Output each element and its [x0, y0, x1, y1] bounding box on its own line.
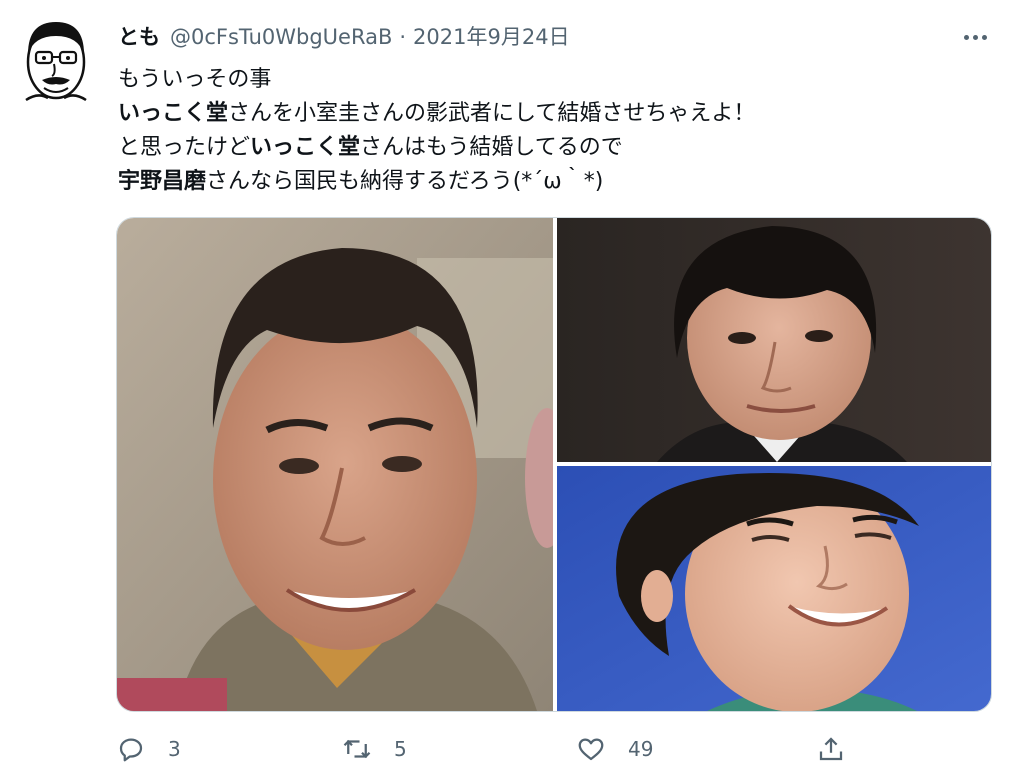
media-grid: [116, 217, 992, 712]
portrait-photo-1: [117, 218, 553, 711]
tweet: とも @0cFsTu0WbgUeRaB · 2021年9月24日 もういっその事…: [0, 0, 1024, 780]
text-segment: と思ったけど: [118, 135, 251, 160]
reply-count: 3: [168, 737, 181, 761]
text-segment: さんを小室圭さんの影武者にして結婚させちゃえよ！: [228, 101, 756, 126]
dot: [963, 34, 969, 40]
tweet-actions: 3 5 49: [116, 730, 876, 768]
tweet-text-line: もういっその事: [118, 63, 755, 97]
author-avatar[interactable]: [18, 14, 94, 104]
separator-dot: ·: [399, 25, 407, 49]
tweet-text: もういっその事 いっこく堂さんを小室圭さんの影武者にして結婚させちゃえよ！ と思った…: [118, 63, 755, 199]
retweet-icon: [343, 739, 371, 759]
dot: [981, 34, 987, 40]
tweet-date[interactable]: 2021年9月24日: [413, 22, 570, 52]
share-icon: [819, 737, 843, 761]
share-button[interactable]: [816, 730, 846, 768]
author-display-name[interactable]: とも: [118, 22, 160, 52]
author-handle[interactable]: @0cFsTu0WbgUeRaB: [170, 22, 392, 52]
retweet-button[interactable]: 5: [342, 730, 407, 768]
portrait-photo-2: [557, 218, 991, 462]
photo-1[interactable]: [117, 218, 553, 711]
bold-text-segment: 宇野昌磨: [118, 169, 207, 194]
tweet-text-line: と思ったけどいっこく堂さんはもう結婚してるので: [118, 131, 755, 165]
tweet-header: とも @0cFsTu0WbgUeRaB · 2021年9月24日: [118, 22, 570, 52]
dot: [972, 34, 978, 40]
tweet-text-line: いっこく堂さんを小室圭さんの影武者にして結婚させちゃえよ！: [118, 97, 755, 131]
like-count: 49: [628, 737, 654, 761]
caricature-face-avatar-icon: [25, 22, 87, 102]
portrait-photo-3: [557, 466, 991, 711]
more-horizontal-icon[interactable]: [955, 30, 995, 44]
text-segment: もういっその事: [118, 67, 272, 92]
photo-3[interactable]: [557, 466, 991, 711]
retweet-count: 5: [394, 737, 407, 761]
reply-button[interactable]: 3: [116, 730, 181, 768]
tweet-text-line: 宇野昌磨さんなら国民も納得するだろう(*´ω｀*): [118, 165, 755, 199]
heart-icon: [578, 738, 604, 761]
text-segment: さんなら国民も納得するだろう(*´ω｀*): [206, 169, 604, 194]
text-segment: さんはもう結婚してるので: [360, 135, 623, 160]
bold-text-segment: いっこく堂: [250, 135, 361, 160]
bold-text-segment: いっこく堂: [118, 101, 229, 126]
photo-2[interactable]: [557, 218, 991, 462]
reply-icon: [119, 738, 143, 762]
like-button[interactable]: 49: [576, 730, 653, 768]
